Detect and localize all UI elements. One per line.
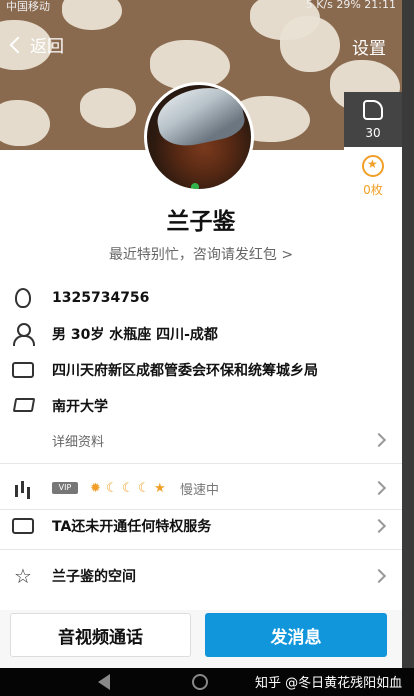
back-button[interactable]: 返回 xyxy=(8,32,64,57)
company-name: 四川天府新区成都管委会环保和统筹城乡局 xyxy=(52,363,318,379)
nav-home-icon[interactable] xyxy=(192,674,208,690)
school-row: 南开大学 xyxy=(0,388,402,424)
detail-row[interactable]: 详细资料 xyxy=(0,422,402,458)
chevron-right-icon xyxy=(371,518,387,534)
privilege-text: TA还未开通任何特权服务 xyxy=(52,519,212,535)
moon-icon: ☾ xyxy=(106,480,118,496)
qq-row: 1325734756 xyxy=(0,280,402,316)
online-status-icon xyxy=(191,183,199,189)
profile-name: 兰子鉴 xyxy=(166,209,236,235)
divider xyxy=(0,549,402,550)
settings-button[interactable]: 设置 xyxy=(352,34,386,59)
graduation-cap-icon xyxy=(12,395,34,417)
avatar[interactable] xyxy=(144,82,254,192)
detail-link[interactable]: 详细资料 xyxy=(52,431,104,450)
school-name: 南开大学 xyxy=(52,399,108,415)
chevron-right-icon xyxy=(371,568,387,584)
like-count: 30 xyxy=(365,126,381,140)
coin-count: 0枚 xyxy=(363,183,383,197)
system-nav-bar: 知乎 @冬日黄花残阳如血 xyxy=(0,668,414,696)
vip-badge: VIP xyxy=(52,482,78,494)
gift-icon xyxy=(12,518,34,534)
bottom-action-bar: 音视频通话 发消息 xyxy=(0,610,402,668)
chevron-left-icon xyxy=(9,36,27,53)
moon-icon: ☾ xyxy=(122,480,134,496)
space-text: 兰子鉴的空间 xyxy=(52,569,136,585)
space-row[interactable]: ☆ 兰子鉴的空间 xyxy=(0,558,402,594)
qq-icon xyxy=(15,288,31,308)
chevron-right-icon xyxy=(371,480,387,496)
qq-number: 1325734756 xyxy=(52,290,150,306)
chevron-right-icon xyxy=(371,432,387,448)
back-label: 返回 xyxy=(30,37,64,57)
phone-screen: 中国移动 5 K/s 29% 21:11 返回 设置 兰子鉴 最近特别忙，咨询请… xyxy=(0,0,402,668)
person-icon xyxy=(12,323,35,346)
briefcase-icon xyxy=(12,362,34,378)
divider xyxy=(0,463,402,464)
coin-button[interactable]: 0枚 xyxy=(344,147,402,202)
vip-row[interactable]: VIP ✹ ☾ ☾ ☾ ★ 慢速中 xyxy=(0,470,402,506)
video-call-button[interactable]: 音视频通话 xyxy=(10,613,191,657)
star-icon: ☆ xyxy=(14,564,32,588)
sun-icon: ✹ xyxy=(90,480,101,496)
speed-status: 慢速中 xyxy=(180,482,220,498)
moon-icon: ☾ xyxy=(138,480,150,496)
nav-back-icon[interactable] xyxy=(98,674,110,690)
status-bar: 中国移动 5 K/s 29% 21:11 xyxy=(0,0,402,14)
level-chart-icon xyxy=(12,477,34,499)
right-edge xyxy=(402,0,414,668)
carrier-label: 中国移动 xyxy=(6,0,50,13)
status-right: 5 K/s 29% 21:11 xyxy=(305,0,396,11)
send-message-button[interactable]: 发消息 xyxy=(205,613,387,657)
info-row: 男 30岁 水瓶座 四川-成都 xyxy=(0,316,402,352)
basic-info: 男 30岁 水瓶座 四川-成都 xyxy=(52,327,218,343)
profile-card: 兰子鉴 最近特别忙，咨询请发红包 > 1325734756 男 30岁 水瓶座 … xyxy=(0,150,402,610)
watermark: 知乎 @冬日黄花残阳如血 xyxy=(255,676,403,691)
medal-icon xyxy=(362,155,384,177)
profile-signature[interactable]: 最近特别忙，咨询请发红包 > xyxy=(0,244,402,264)
company-row: 四川天府新区成都管委会环保和统筹城乡局 xyxy=(0,352,402,388)
star-icon: ★ xyxy=(154,480,166,496)
thumbs-up-icon xyxy=(363,100,383,120)
like-button[interactable]: 30 xyxy=(344,92,402,147)
privilege-row[interactable]: TA还未开通任何特权服务 xyxy=(0,508,402,544)
